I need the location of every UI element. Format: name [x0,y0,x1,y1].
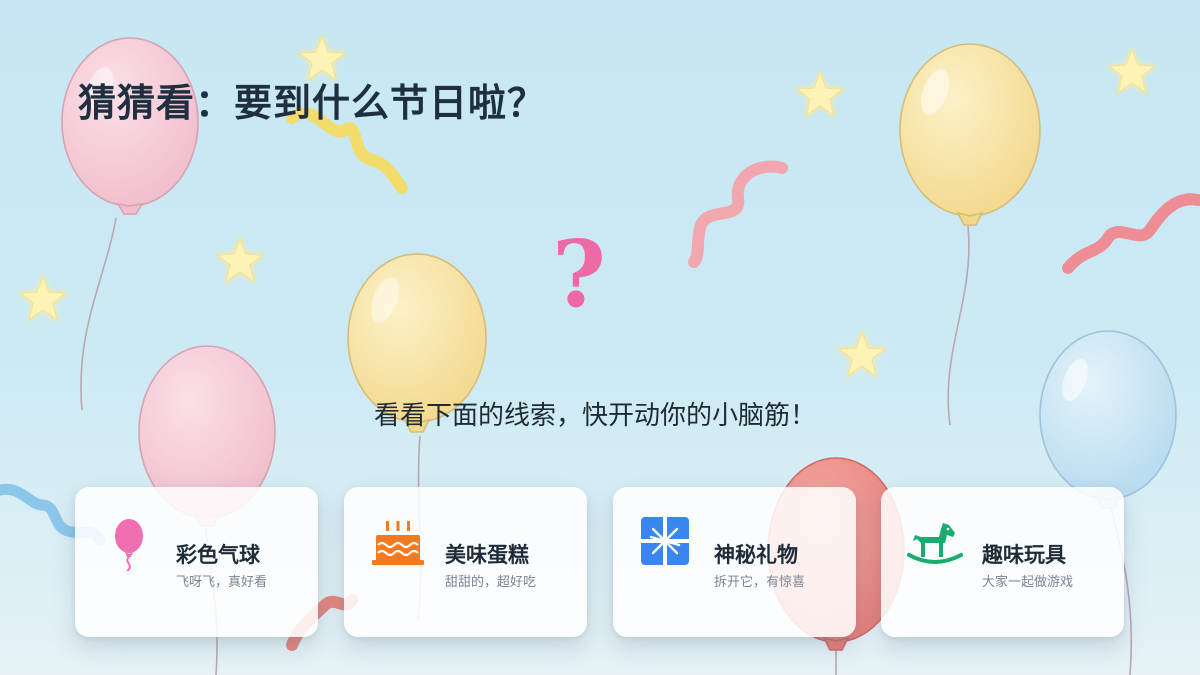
clue-card-gift[interactable]: 神秘礼物 拆开它，有惊喜 [613,487,856,637]
clue-title: 神秘礼物 [714,542,798,567]
star-5 [18,274,68,322]
star-2 [795,70,845,118]
ribbon-pink-mid [688,160,788,268]
clue-subtitle: 拆开它，有惊喜 [714,575,806,590]
clue-subtitle: 甜甜的，超好吃 [445,575,537,590]
clue-title: 彩色气球 [176,542,260,567]
clue-subtitle: 飞呀飞，真好看 [176,575,268,590]
star-4 [215,236,265,284]
clue-card-cake[interactable]: 美味蛋糕 甜甜的，超好吃 [344,487,587,637]
question-mark-icon: ? [552,220,606,328]
gift-icon [641,517,689,565]
star-3 [1107,47,1157,95]
rocking-horse-icon [907,523,963,564]
cake-icon [372,521,424,565]
clue-card-balloon[interactable]: 彩色气球 飞呀飞，真好看 [75,487,318,637]
ribbon-pink-right [1062,193,1200,274]
star-6 [837,330,887,378]
clue-card-toy[interactable]: 趣味玩具 大家一起做游戏 [881,487,1124,637]
balloon-yellow-right [899,43,1041,226]
clue-title: 美味蛋糕 [445,542,529,567]
page-subtitle: 看看下面的线索，快开动你的小脑筋！ [373,401,816,431]
clue-title: 趣味玩具 [982,542,1066,567]
page-title: 猜猜看：要到什么节日啦？ [78,80,547,125]
balloon-icon [115,519,143,571]
clue-subtitle: 大家一起做游戏 [982,575,1074,590]
